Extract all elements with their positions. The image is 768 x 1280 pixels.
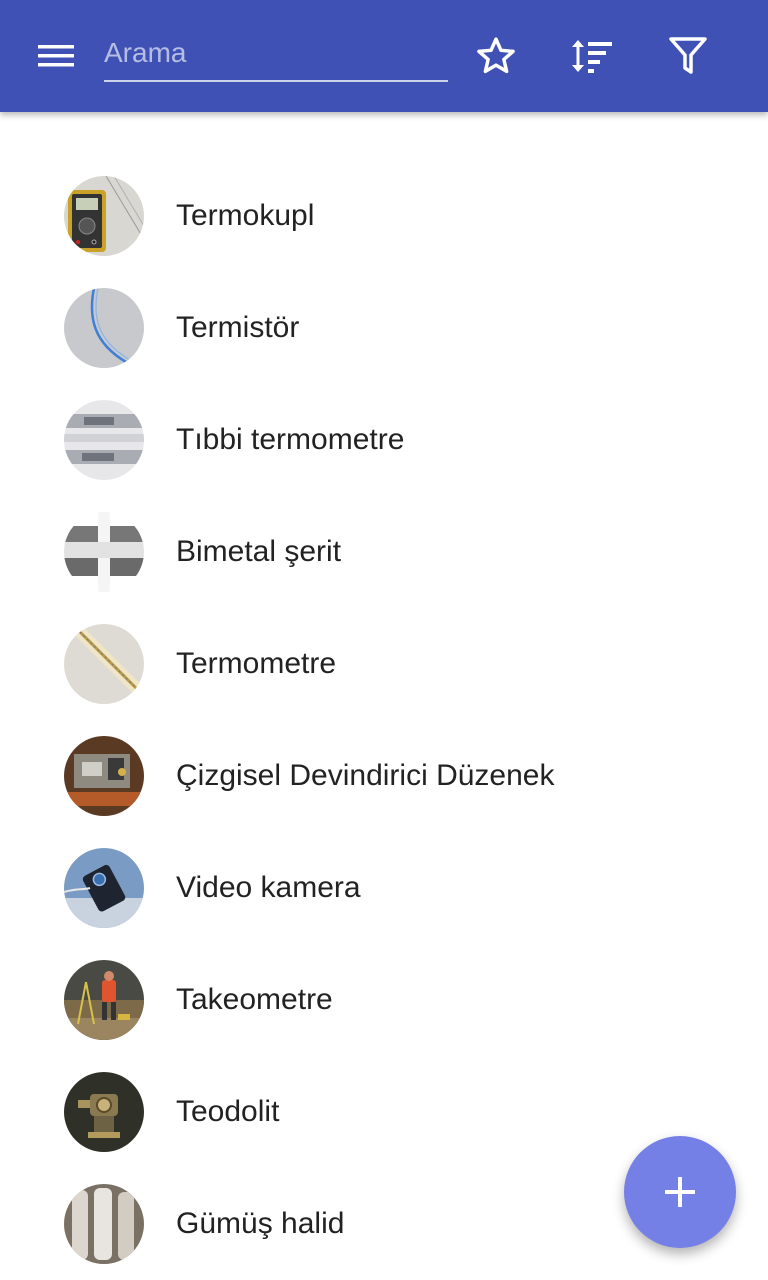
thumbnail-thermometers [64, 400, 144, 480]
thumbnail-machine [64, 736, 144, 816]
item-label: Bimetal şerit [176, 535, 342, 568]
add-button[interactable] [624, 1136, 736, 1248]
item-label: Teodolit [176, 1095, 280, 1128]
list-item[interactable]: Çizgisel Devindirici Düzenek [0, 720, 768, 832]
favorites-button[interactable] [464, 24, 528, 88]
list-item[interactable]: Termokupl [0, 160, 768, 272]
filter-icon [669, 37, 707, 74]
list-item[interactable]: Tıbbi termometre [0, 384, 768, 496]
hamburger-menu-icon [38, 45, 74, 67]
list-item[interactable]: Bimetal şerit [0, 496, 768, 608]
app-bar [0, 0, 768, 112]
thumbnail-tubes [64, 1184, 144, 1264]
thumbnail-multimeter [64, 176, 144, 256]
thumbnail-wire [64, 288, 144, 368]
thumbnail-theodolite [64, 1072, 144, 1152]
item-label: Gümüş halid [176, 1207, 345, 1240]
list-item[interactable]: Video kamera [0, 832, 768, 944]
thumbnail-surveyor [64, 960, 144, 1040]
thumbnail-glass-thermometer [64, 624, 144, 704]
search-input[interactable] [104, 22, 448, 80]
filter-button[interactable] [656, 24, 720, 88]
item-label: Takeometre [176, 983, 333, 1016]
plus-icon [665, 1177, 695, 1207]
list-item[interactable]: Termistör [0, 272, 768, 384]
item-label: Video kamera [176, 871, 361, 904]
sort-icon [572, 40, 612, 73]
item-list: Termokupl Termistör Tıbbi termometre Bim… [0, 160, 768, 1280]
list-item[interactable]: Termometre [0, 608, 768, 720]
item-label: Çizgisel Devindirici Düzenek [176, 759, 555, 792]
star-outline-icon [477, 37, 515, 74]
menu-button[interactable] [20, 22, 92, 90]
search-field [104, 22, 448, 82]
item-label: Termistör [176, 311, 300, 344]
sort-button[interactable] [560, 24, 624, 88]
list-item[interactable]: Takeometre [0, 944, 768, 1056]
item-label: Termometre [176, 647, 337, 680]
thumbnail-camera [64, 848, 144, 928]
item-label: Tıbbi termometre [176, 423, 405, 456]
item-label: Termokupl [176, 199, 315, 232]
thumbnail-bimetal [64, 512, 144, 592]
